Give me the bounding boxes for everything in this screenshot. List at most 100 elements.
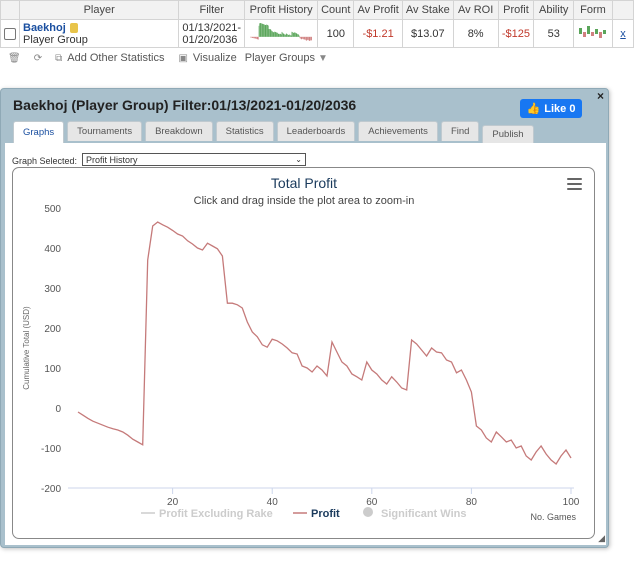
header-player[interactable]: Player	[18, 0, 180, 20]
tab-breakdown[interactable]: Breakdown	[145, 121, 213, 141]
tab-tournaments[interactable]: Tournaments	[67, 121, 143, 141]
add-stats-button[interactable]: ⧉ Add Other Statistics	[55, 52, 164, 64]
form-chart[interactable]	[577, 22, 609, 42]
sparkline-bar	[260, 23, 262, 37]
remove-row-link[interactable]: x	[620, 28, 626, 40]
sparkline-bar	[273, 32, 275, 37]
sparkline-bar	[306, 36, 308, 41]
header-av-roi[interactable]: Av ROI	[452, 0, 499, 20]
sparkline-bar	[277, 33, 279, 37]
legend-item[interactable]: Profit Excluding Rake	[141, 508, 273, 520]
sparkline-bar	[255, 36, 257, 39]
sparkline-bar	[266, 24, 268, 37]
header-profit-history[interactable]: Profit History	[244, 0, 319, 20]
sparkline-bar	[295, 33, 297, 37]
add-stats-label: Add Other Statistics	[67, 52, 165, 64]
sparkline-bar	[294, 32, 296, 37]
header-av-profit[interactable]: Av Profit	[353, 0, 403, 20]
tab-find[interactable]: Find	[440, 121, 480, 141]
sparkline-bar	[274, 31, 276, 37]
tab-leaderboards[interactable]: Leaderboards	[276, 121, 356, 141]
dialog-tabs: Graphs Tournaments Breakdown Statistics …	[13, 121, 537, 143]
sparkline-bar	[284, 34, 285, 37]
sparkline-bar	[286, 33, 287, 37]
thumbs-up-icon: 👍	[526, 103, 541, 115]
sparkline-bar	[299, 36, 301, 39]
sparkline-bar	[284, 34, 286, 37]
y-tick-label: 100	[44, 364, 61, 375]
sparkline-bar	[279, 33, 281, 37]
player-name-link[interactable]: Baekhoj	[23, 22, 66, 34]
chart-menu-icon[interactable]	[567, 178, 582, 193]
refresh-button[interactable]: ⟳	[34, 53, 47, 64]
sparkline-bar	[282, 33, 284, 37]
x-axis-ticks: 20 40 60 80 100	[167, 488, 580, 508]
header-checkbox-col	[0, 0, 20, 20]
header-count[interactable]: Count	[317, 0, 355, 20]
facebook-like-button[interactable]: 👍 Like 0	[520, 99, 582, 118]
image-icon: ▣	[178, 52, 188, 64]
sparkline-bars	[250, 23, 313, 41]
row-checkbox-cell	[0, 19, 20, 48]
sparkline-bar	[269, 29, 271, 37]
trash-button[interactable]: 🗑	[8, 53, 26, 64]
sparkline-bar	[263, 24, 265, 37]
sparkline-bar	[307, 36, 308, 41]
graph-select-dropdown[interactable]: Profit History ⌄	[82, 153, 306, 166]
dialog-title: Baekhoj (Player Group) Filter:01/13/2021…	[13, 97, 357, 113]
sparkline-bar	[300, 36, 302, 40]
sparkline-bar	[251, 36, 253, 38]
sparkline-bar	[299, 35, 300, 37]
sparkline-bar	[270, 29, 272, 37]
resize-handle-icon[interactable]: ◢	[598, 533, 605, 544]
graph-select-value: Profit History	[86, 154, 138, 165]
sparkline-bar	[255, 36, 256, 39]
sparkline-bar	[291, 31, 293, 37]
sparkline-bar	[258, 36, 259, 40]
x-tick-label: 40	[267, 497, 279, 508]
table-toolbar: 🗑 ⟳ ⧉ Add Other Statistics ▣ Visualize Pla…	[0, 48, 634, 68]
row-checkbox[interactable]	[4, 27, 16, 40]
sparkline-bar	[256, 36, 257, 39]
visualize-button[interactable]: ▣ Visualize	[178, 52, 236, 64]
av-stake-value: $13.07	[401, 19, 454, 48]
sparkline-bar	[291, 35, 292, 37]
tab-achievements[interactable]: Achievements	[358, 121, 438, 141]
player-cell: Baekhoj Player Group	[18, 19, 180, 48]
tab-statistics[interactable]: Statistics	[215, 121, 274, 141]
sparkline-bar	[250, 36, 252, 38]
sparkline-bar	[269, 29, 270, 37]
header-av-stake[interactable]: Av Stake	[401, 0, 454, 20]
av-profit-value: -$1.21	[353, 19, 403, 48]
tab-graphs[interactable]: Graphs	[13, 121, 65, 143]
tab-publish[interactable]: Publish	[482, 125, 534, 143]
x-axis-title: No. Games	[530, 512, 576, 522]
sparkline-bar	[301, 36, 303, 40]
close-icon[interactable]: ×	[597, 89, 604, 103]
sparkline-bar	[298, 34, 300, 37]
sparkline-bar	[283, 33, 285, 37]
y-axis-ticks: 500 400 300 200 100 0 -100 -200	[41, 204, 61, 495]
sparkline-bar	[251, 36, 252, 38]
filter-end: 01/20/2036	[182, 33, 238, 46]
legend-item[interactable]: Significant Wins	[363, 507, 466, 520]
caret-down-icon: ▼	[318, 52, 328, 64]
sparkline-bar	[297, 34, 299, 37]
sparkline-bar	[290, 35, 292, 37]
header-profit[interactable]: Profit	[497, 0, 535, 20]
sparkline-bar	[304, 36, 305, 40]
sparkline-bar	[273, 32, 274, 37]
header-filter[interactable]: Filter	[178, 0, 246, 20]
sparkline-bar	[254, 36, 256, 39]
table-row: Baekhoj Player Group 01/13/2021- 01/20/2…	[0, 19, 634, 48]
legend-item[interactable]: Profit	[293, 508, 340, 520]
header-form[interactable]: Form	[573, 0, 613, 20]
profit-history-sparkline[interactable]	[248, 21, 314, 43]
profit-chart[interactable]: Total Profit Click and drag inside the p…	[13, 168, 596, 540]
header-ability[interactable]: Ability	[533, 0, 574, 20]
player-groups-dropdown[interactable]: Player Groups ▼	[245, 52, 333, 64]
sparkline-bar	[257, 36, 259, 40]
sparkline-bar	[302, 36, 303, 39]
filter-start: 01/13/2021-	[182, 21, 242, 34]
sparkline-bar	[266, 24, 267, 37]
